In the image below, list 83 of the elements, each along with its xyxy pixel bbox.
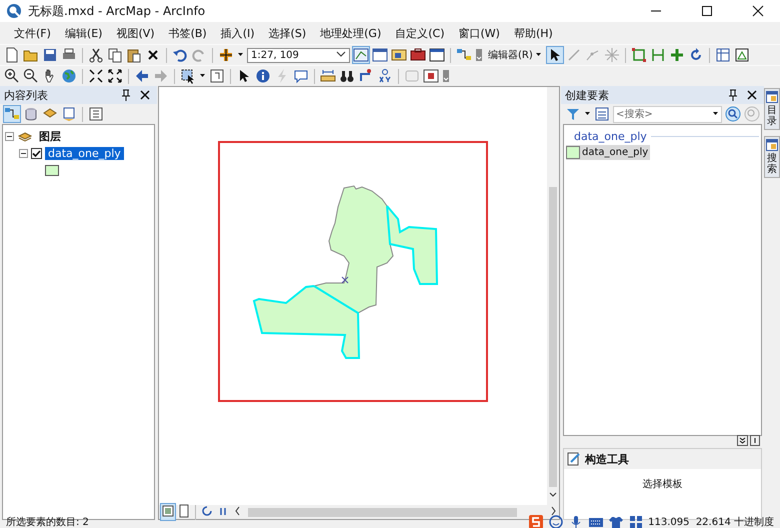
grip-icon[interactable]	[442, 68, 450, 84]
grid-icon[interactable]	[628, 514, 644, 528]
feature-template[interactable]: data_one_ply	[566, 145, 650, 160]
menu-item[interactable]: 选择(S)	[262, 24, 312, 42]
shirt-icon[interactable]	[608, 514, 624, 528]
polygon-edit-icon[interactable]	[630, 47, 647, 63]
vertical-scrollbar[interactable]	[547, 87, 559, 505]
speech-bubble-icon[interactable]	[293, 68, 309, 84]
template-list-icon[interactable]	[594, 106, 610, 122]
window-icon[interactable]	[372, 47, 388, 63]
layer-group-label[interactable]: 图层	[36, 129, 64, 144]
options-list-icon[interactable]	[88, 106, 104, 122]
toolbox-icon[interactable]	[410, 47, 426, 63]
layer-name[interactable]: data_one_ply	[45, 147, 124, 160]
cross-icon[interactable]	[668, 47, 685, 63]
clear-selection-icon[interactable]	[209, 68, 225, 84]
model-icon[interactable]	[4, 106, 20, 122]
sketch-icon[interactable]	[734, 47, 750, 63]
checkbox[interactable]	[31, 148, 42, 159]
status-text: 所选要素的数目: 2	[6, 516, 90, 528]
zoom-out-fixed-icon[interactable]	[107, 68, 123, 84]
layout-icon[interactable]	[353, 47, 369, 63]
menu-item[interactable]: 帮助(H)	[508, 24, 559, 42]
horizontal-scrollbar[interactable]	[248, 508, 517, 516]
model-icon[interactable]	[456, 47, 472, 63]
layout-view-icon[interactable]	[177, 504, 191, 520]
window-icon	[766, 91, 778, 103]
cross-marker-icon	[342, 276, 348, 284]
binoculars-icon[interactable]	[339, 68, 355, 84]
search-icon[interactable]	[725, 106, 741, 122]
template-group-label: data_one_ply	[574, 130, 647, 142]
selection-list-icon[interactable]	[61, 106, 77, 122]
back-arrow-icon[interactable]	[134, 68, 150, 84]
menu-item[interactable]: 插入(I)	[214, 24, 261, 42]
menu-item[interactable]: 窗口(W)	[452, 24, 506, 42]
menu-item[interactable]: 视图(V)	[110, 24, 161, 42]
legend-swatch	[45, 165, 59, 176]
route-icon[interactable]	[358, 68, 374, 84]
zoom-out-icon[interactable]	[23, 68, 39, 84]
undo-icon[interactable]	[172, 47, 188, 63]
identify-icon[interactable]	[255, 68, 271, 84]
create-viewer-icon[interactable]	[423, 68, 439, 84]
panel-title: 内容列表	[4, 88, 48, 102]
menu-item[interactable]: 书签(B)	[162, 24, 213, 42]
scale-dropdown[interactable]: 1:27, 109	[247, 48, 350, 62]
ime-logo-icon[interactable]	[528, 514, 544, 528]
collapse-icon[interactable]	[5, 132, 14, 141]
copy-icon[interactable]	[107, 47, 123, 63]
catalog-icon[interactable]	[391, 47, 407, 63]
cut-icon[interactable]	[88, 47, 104, 63]
paste-icon[interactable]	[126, 47, 142, 63]
section-title: 构造工具	[585, 452, 629, 466]
measure-icon[interactable]	[320, 68, 336, 84]
add-data-icon[interactable]	[218, 47, 234, 63]
empty-message: 选择模板	[642, 478, 684, 491]
side-tab[interactable]: 搜索	[764, 136, 780, 178]
time-slider-icon[interactable]	[404, 68, 420, 84]
panel-title: 创建要素	[565, 88, 609, 102]
save-icon[interactable]	[42, 47, 58, 63]
search-field[interactable]: <搜索>	[613, 106, 722, 122]
menu-item[interactable]: 文件(F)	[8, 24, 57, 42]
menu-item[interactable]: 自定义(C)	[389, 24, 450, 42]
collapse-icon[interactable]	[19, 149, 28, 158]
editor-menu[interactable]: 编辑器(R)	[486, 46, 544, 64]
console-icon[interactable]	[429, 47, 445, 63]
zoom-in-fixed-icon[interactable]	[88, 68, 104, 84]
zoom-in-icon[interactable]	[4, 68, 20, 84]
close-icon[interactable]	[750, 3, 766, 19]
database-icon[interactable]	[23, 106, 39, 122]
xy-icon[interactable]	[377, 68, 393, 84]
table-icon[interactable]	[714, 47, 731, 63]
window-icon	[766, 139, 778, 151]
coordinates-readout: 113.095 22.614 十进制度	[648, 516, 774, 528]
construction-tools-icon	[566, 451, 582, 467]
side-tab[interactable]: 目录	[764, 88, 780, 130]
smiley-icon[interactable]	[548, 514, 564, 528]
window-title: 无标题.mxd - ArcMap - ArcInfo	[28, 2, 206, 20]
menu-item[interactable]: 编辑(E)	[58, 24, 108, 42]
new-file-icon[interactable]	[4, 47, 20, 63]
star-icon[interactable]	[604, 47, 620, 63]
grip-icon[interactable]	[475, 47, 483, 63]
select-features-icon[interactable]	[180, 68, 196, 84]
menu-item[interactable]: 地理处理(G)	[314, 24, 388, 42]
